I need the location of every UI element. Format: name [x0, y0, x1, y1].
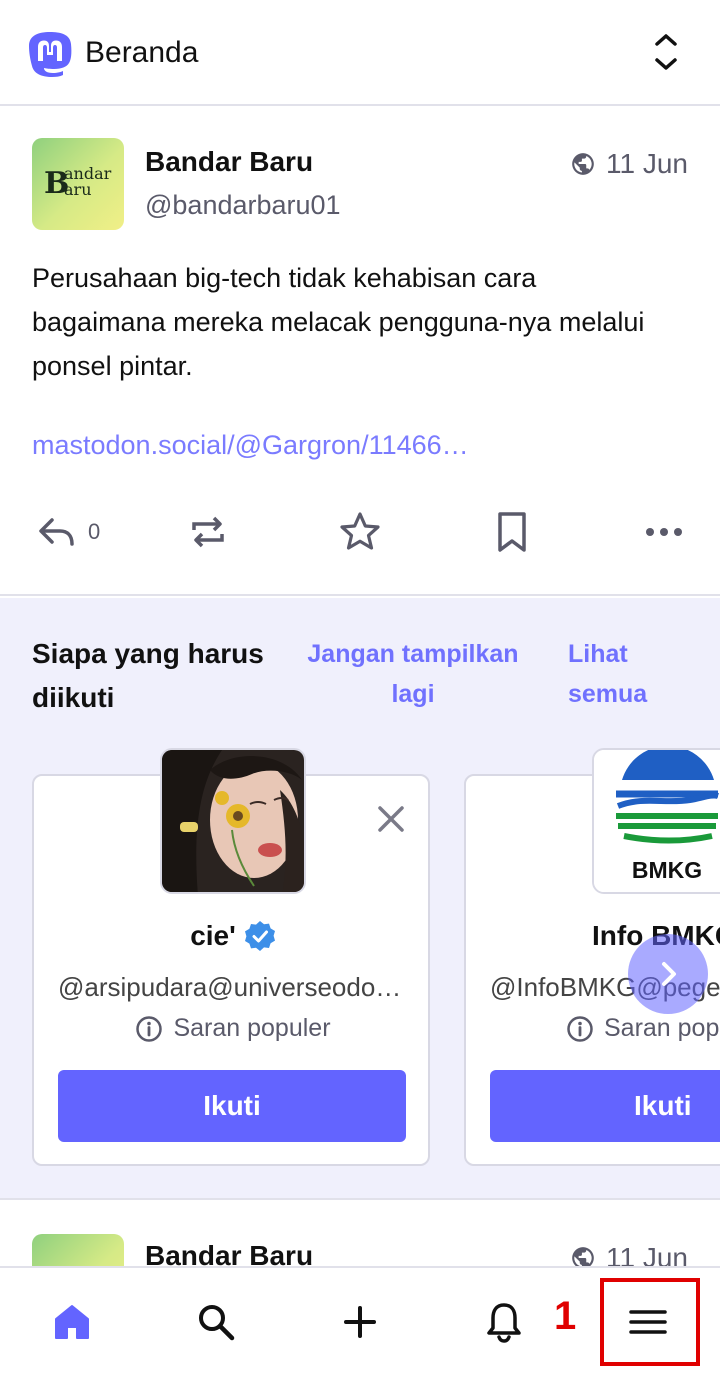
more-icon [646, 528, 682, 536]
status-post[interactable]: B andar aru Bandar Baru @bandarbaru01 11… [0, 106, 720, 596]
display-name[interactable]: Bandar Baru [145, 1240, 313, 1268]
nav-compose[interactable] [336, 1298, 384, 1346]
favourite-button[interactable] [338, 504, 382, 560]
top-bar: Beranda [0, 0, 720, 106]
follow-suggestions: Siapa yang harus diikuti Jangan tampilka… [0, 598, 720, 1200]
boost-icon [192, 516, 224, 548]
post-actions: 0 [0, 504, 720, 560]
status-post[interactable]: Bandar Baru 11 Jun [0, 1200, 720, 1268]
search-icon [199, 1305, 235, 1341]
dismiss-suggestions-button[interactable]: Jangan tampilkan lagi [300, 634, 526, 714]
next-suggestion-button[interactable] [628, 934, 708, 1014]
svg-text:BMKG: BMKG [632, 857, 702, 883]
compose-icon [344, 1306, 376, 1338]
post-date: 11 Jun [606, 1242, 688, 1268]
chevron-right-icon [662, 962, 676, 986]
reply-icon [39, 518, 74, 546]
reply-count: 0 [88, 519, 101, 544]
close-icon[interactable] [376, 804, 406, 834]
page-title: Beranda [85, 36, 199, 69]
globe-icon [572, 1247, 594, 1268]
post-link[interactable]: mastodon.social/@Gargron/11466… [32, 430, 469, 461]
bookmark-icon [498, 512, 526, 552]
star-icon [340, 512, 380, 550]
suggestion-card[interactable]: cie' @arsipudara@universeodon.com Saran … [32, 748, 432, 1166]
avatar-logo-text: B andar aru [44, 164, 112, 201]
follow-button[interactable]: Ikuti [58, 1070, 406, 1142]
info-icon [567, 1015, 593, 1042]
more-button[interactable] [644, 504, 684, 560]
suggestion-name[interactable]: cie' [34, 920, 432, 952]
post-meta[interactable]: 11 Jun [570, 148, 688, 180]
suggestion-handle: @arsipudara@universeodon.com [58, 972, 408, 1002]
nav-home[interactable] [48, 1298, 96, 1346]
avatar[interactable] [160, 748, 306, 894]
account-handle[interactable]: @bandarbaru01 [145, 190, 341, 221]
home-icon [55, 1305, 89, 1339]
follow-button[interactable]: Ikuti [490, 1070, 720, 1142]
avatar[interactable]: B andar aru [32, 138, 124, 230]
suggestion-reason: Saran populer [566, 1014, 720, 1043]
suggestions-title: Siapa yang harus diikuti [32, 638, 264, 713]
annotation-number: 1 [554, 1294, 577, 1338]
verified-badge-icon [244, 921, 275, 951]
nav-notifications[interactable] [480, 1298, 528, 1346]
post-content: Perusahaan big-tech tidak kehabisan cara… [32, 263, 645, 381]
post-meta[interactable]: 11 Jun [570, 1242, 688, 1268]
nav-search[interactable] [192, 1298, 240, 1346]
view-all-button[interactable]: Lihat semua [568, 634, 668, 714]
bottom-navigation: 1 [0, 1266, 720, 1374]
boost-button[interactable] [186, 504, 230, 560]
reply-button[interactable]: 0 [36, 504, 100, 560]
bell-icon [487, 1303, 521, 1343]
bmkg-logo-icon: BMKG [594, 750, 720, 892]
portrait-image [162, 750, 304, 892]
bookmark-button[interactable] [492, 504, 532, 560]
annotation-highlight-box [600, 1278, 700, 1366]
chevron-up-down-icon[interactable] [648, 30, 684, 76]
avatar[interactable]: BMKG [592, 748, 720, 894]
display-name[interactable]: Bandar Baru [145, 146, 313, 178]
post-date: 11 Jun [606, 148, 688, 179]
suggestion-reason: Saran populer [34, 1014, 432, 1043]
avatar[interactable] [32, 1234, 124, 1268]
mastodon-logo-icon[interactable] [26, 30, 74, 78]
info-icon [136, 1015, 163, 1042]
globe-icon [572, 153, 594, 175]
